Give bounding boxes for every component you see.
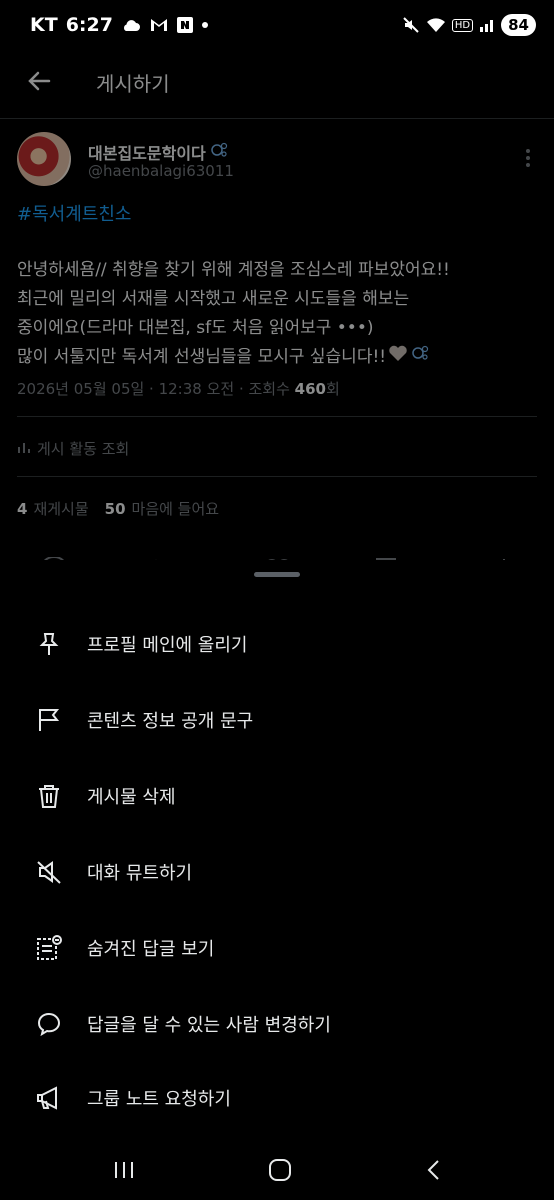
notification-dot-icon xyxy=(201,21,209,29)
back-arrow-icon[interactable] xyxy=(24,66,54,96)
speech-bubble-icon xyxy=(34,1009,64,1039)
menu-item-request-community-note[interactable]: 그룹 노트 요청하기 xyxy=(0,1070,554,1126)
menu-item-delete-post[interactable]: 게시물 삭제 xyxy=(0,768,554,824)
bubbles-emoji-icon xyxy=(210,141,228,163)
naver-icon xyxy=(176,17,193,33)
more-options-icon[interactable] xyxy=(526,146,532,170)
hidden-replies-icon xyxy=(34,933,64,963)
bubbles-emoji-icon xyxy=(410,343,430,372)
hashtag-link[interactable]: #독서계트친소 xyxy=(17,200,131,226)
network-badge: HD xyxy=(451,18,474,32)
weather-icon xyxy=(121,17,141,33)
megaphone-icon xyxy=(34,1083,64,1113)
pin-icon xyxy=(34,629,64,659)
menu-item-label: 프로필 메인에 올리기 xyxy=(87,635,248,656)
menu-item-pin-to-profile[interactable]: 프로필 메인에 올리기 xyxy=(0,616,554,672)
divider xyxy=(17,416,537,417)
menu-item-label: 숨겨진 답글 보기 xyxy=(87,939,215,960)
post-meta: 2026년 05월 05일 · 12:38 오전 · 조회수 460회 xyxy=(17,378,340,399)
mute-icon xyxy=(34,857,64,887)
author-handle[interactable]: @haenbalagi63011 xyxy=(88,162,234,180)
display-name: 대본집도문학이다 xyxy=(88,144,206,163)
likes-stat[interactable]: 50 마음에 들어요 xyxy=(105,498,219,519)
menu-item-label: 게시물 삭제 xyxy=(87,787,176,808)
post-body: 안녕하세욤// 취향을 찾기 위해 계정을 조심스레 파보았어요!! 최근에 밀… xyxy=(17,256,537,372)
activity-label: 게시 활동 조회 xyxy=(37,440,130,458)
post-line: 최근에 밀리의 서재를 시작했고 새로운 시도들을 해보는 xyxy=(17,289,410,309)
post-activity-link[interactable]: 게시 활동 조회 xyxy=(17,438,129,459)
post-timestamp: 2026년 05월 05일 · 12:38 오전 · 조회수 xyxy=(17,380,295,398)
vibrate-mute-icon xyxy=(402,16,420,34)
gmail-icon xyxy=(149,17,169,33)
divider xyxy=(0,118,554,119)
flag-icon xyxy=(34,705,64,735)
menu-item-hidden-replies[interactable]: 숨겨진 답글 보기 xyxy=(0,920,554,976)
menu-item-label: 대화 뮤트하기 xyxy=(87,863,193,884)
view-count: 460 xyxy=(294,380,326,398)
menu-item-mute-conversation[interactable]: 대화 뮤트하기 xyxy=(0,844,554,900)
carrier-label: KT xyxy=(30,14,58,36)
divider xyxy=(17,476,537,477)
engagement-stats: 4 재게시물 50 마음에 들어요 xyxy=(17,498,219,519)
home-icon[interactable] xyxy=(260,1154,300,1186)
menu-item-label: 콘텐츠 정보 공개 문구 xyxy=(87,711,254,732)
bar-chart-icon xyxy=(17,440,31,458)
grey-heart-icon xyxy=(388,343,408,372)
status-bar: KT 6:27 HD 84 xyxy=(0,0,554,52)
recent-apps-icon[interactable] xyxy=(104,1154,144,1186)
post-line: 안녕하세욤// 취향을 찾기 위해 계정을 조심스레 파보았어요!! xyxy=(17,260,450,280)
post-line: 많이 서툴지만 독서계 선생님들을 모시구 싶습니다!! xyxy=(17,347,387,367)
battery-level: 84 xyxy=(508,16,529,34)
menu-item-change-reply-permissions[interactable]: 답글을 달 수 있는 사람 변경하기 xyxy=(0,996,554,1052)
system-nav-bar xyxy=(0,1140,554,1200)
page-title: 게시하기 xyxy=(96,72,170,96)
wifi-icon xyxy=(426,17,446,33)
avatar[interactable] xyxy=(17,132,71,186)
battery-badge: 84 xyxy=(501,14,536,36)
likes-count: 50 xyxy=(104,500,126,518)
menu-item-label: 답글을 달 수 있는 사람 변경하기 xyxy=(87,1015,331,1036)
trash-icon xyxy=(34,781,64,811)
author-name[interactable]: 대본집도문학이다 xyxy=(88,140,228,164)
post-line-last: 많이 서툴지만 독서계 선생님들을 모시구 싶습니다!! xyxy=(17,343,537,372)
view-suffix: 회 xyxy=(325,380,340,398)
sheet-drag-handle[interactable] xyxy=(254,572,300,577)
post-line: 중이에요(드라마 대본집, sf도 처음 읽어보구 •••) xyxy=(17,318,374,338)
clock: 6:27 xyxy=(65,14,113,36)
reposts-stat[interactable]: 4 재게시물 xyxy=(17,498,89,519)
bottom-sheet-menu: 프로필 메인에 올리기 콘텐츠 정보 공개 문구 게시물 삭제 대화 뮤트하기 … xyxy=(0,560,554,1200)
reposts-count: 4 xyxy=(17,500,28,518)
reposts-label: 재게시물 xyxy=(33,500,89,518)
back-nav-icon[interactable] xyxy=(414,1154,454,1186)
app-header: 게시하기 xyxy=(0,52,554,112)
menu-item-label: 그룹 노트 요청하기 xyxy=(87,1089,231,1110)
likes-label: 마음에 들어요 xyxy=(131,500,220,518)
menu-item-content-disclosure[interactable]: 콘텐츠 정보 공개 문구 xyxy=(0,692,554,748)
signal-icon xyxy=(479,17,495,33)
